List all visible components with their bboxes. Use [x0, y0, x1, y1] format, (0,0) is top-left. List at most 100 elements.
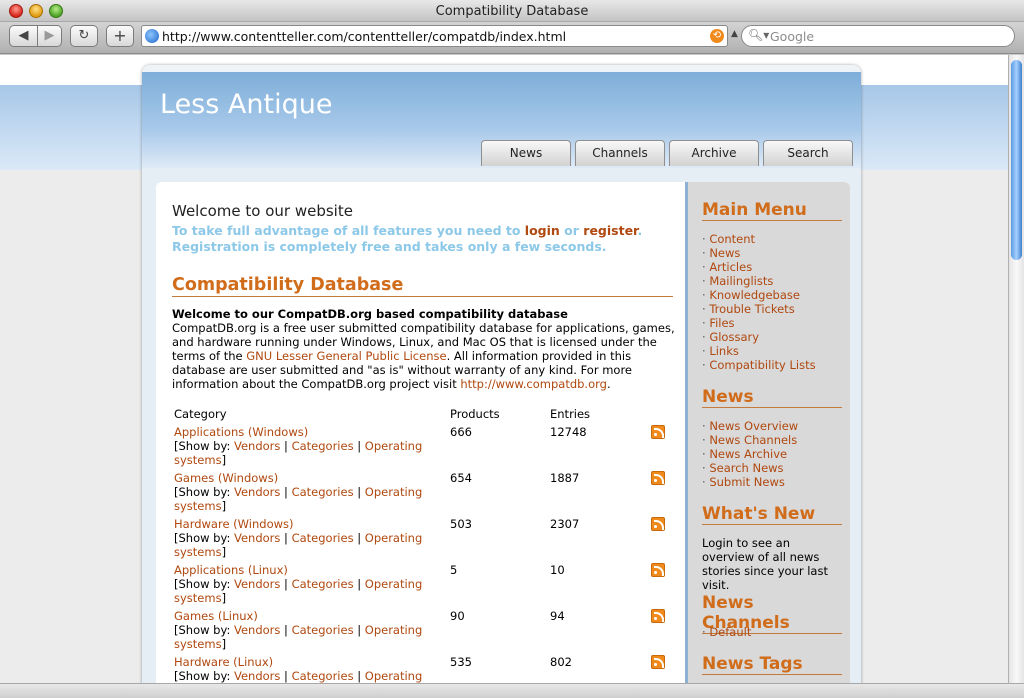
search-icon: 🔍︎▾ — [748, 28, 770, 42]
welcome-or: or — [559, 223, 584, 238]
show-by-categories-link[interactable]: Categories — [292, 439, 354, 453]
sidebar-link[interactable]: News — [702, 246, 816, 260]
sidebar-link[interactable]: Submit News — [702, 475, 798, 489]
products-count: 5 — [450, 563, 458, 577]
sidebar-link[interactable]: Trouble Tickets — [702, 302, 816, 316]
show-by-links: [Show by: Vendors | Categories | Operati… — [174, 531, 434, 559]
sidebar-link[interactable]: Search News — [702, 461, 798, 475]
back-button[interactable]: ◀ — [9, 25, 38, 47]
address-dropdown-icon[interactable]: ▲ — [731, 29, 738, 39]
show-by-label: [Show by: — [174, 439, 234, 453]
sidebar-link[interactable]: Default — [702, 625, 751, 639]
tab-archive[interactable]: Archive — [669, 140, 759, 166]
welcome-registration-text: Registration is completely free and take… — [172, 239, 607, 254]
register-link[interactable]: register — [583, 223, 637, 238]
table-row: Hardware (Windows) [Show by: Vendors | Ca… — [174, 517, 674, 563]
separator: | — [280, 623, 292, 637]
sidebar-link[interactable]: Mailinglists — [702, 274, 816, 288]
window-titlebar: Compatibility Database — [0, 0, 1024, 22]
products-count: 654 — [450, 471, 472, 485]
license-link[interactable]: GNU Lesser General Public License — [246, 349, 446, 363]
show-by-label: [Show by: — [174, 531, 234, 545]
rss-icon[interactable] — [651, 655, 665, 669]
products-count: 535 — [450, 655, 472, 669]
welcome-text: To take full advantage of all features y… — [172, 223, 525, 238]
rss-icon[interactable] — [651, 563, 665, 577]
reload-button[interactable]: ↻ — [70, 25, 98, 47]
compat-intro-title: Welcome to our CompatDB.org based compat… — [172, 307, 568, 321]
sidebar-link[interactable]: News Archive — [702, 447, 798, 461]
compatdb-link[interactable]: http://www.compatdb.org — [460, 377, 607, 391]
show-by-categories-link[interactable]: Categories — [292, 623, 354, 637]
show-by-vendors-link[interactable]: Vendors — [234, 577, 280, 591]
show-by-vendors-link[interactable]: Vendors — [234, 623, 280, 637]
browser-toolbar: ◀ ▶ ↻ + http://www.contentteller.com/con… — [0, 22, 1024, 54]
show-by-close: ] — [221, 545, 227, 559]
site-container: Less Antique News Channels Archive Searc… — [142, 65, 861, 683]
category-link[interactable]: Hardware (Windows) — [174, 517, 294, 531]
show-by-categories-link[interactable]: Categories — [292, 531, 354, 545]
login-link[interactable]: login — [525, 223, 560, 238]
show-by-categories-link[interactable]: Categories — [292, 485, 354, 499]
rss-icon[interactable] — [651, 471, 665, 485]
show-by-links: [Show by: Vendors | Categories | Operati… — [174, 577, 434, 605]
show-by-close: ] — [221, 453, 227, 467]
main-menu-heading: Main Menu — [702, 200, 842, 221]
show-by-links: [Show by: Vendors | Categories | Operati… — [174, 669, 434, 683]
search-field[interactable]: 🔍︎▾ Google — [741, 25, 1015, 47]
category-link[interactable]: Games (Windows) — [174, 471, 278, 485]
category-link[interactable]: Applications (Windows) — [174, 425, 308, 439]
show-by-label: [Show by: — [174, 485, 234, 499]
category-link[interactable]: Applications (Linux) — [174, 563, 288, 577]
category-link[interactable]: Games (Linux) — [174, 609, 258, 623]
show-by-categories-link[interactable]: Categories — [292, 669, 354, 683]
show-by-close: ] — [221, 591, 227, 605]
intro-text-3: . — [606, 377, 611, 391]
sidebar-link[interactable]: Compatibility Lists — [702, 358, 815, 372]
separator: | — [353, 623, 365, 637]
show-by-vendors-link[interactable]: Vendors — [234, 439, 280, 453]
column-header-products: Products — [450, 407, 500, 421]
vertical-scrollbar-thumb[interactable] — [1011, 60, 1022, 260]
show-by-label: [Show by: — [174, 577, 234, 591]
address-text: http://www.contentteller.com/contenttell… — [162, 29, 567, 44]
rss-icon[interactable] — [651, 517, 665, 531]
tab-news[interactable]: News — [481, 140, 571, 166]
rss-feed-icon[interactable]: ⟲ — [710, 29, 724, 43]
whats-new-heading: What's New — [702, 504, 842, 525]
separator: | — [280, 531, 292, 545]
sidebar-link[interactable]: Content — [702, 232, 816, 246]
search-placeholder: Google — [770, 29, 815, 44]
rss-icon[interactable] — [651, 609, 665, 623]
sidebar-link[interactable]: Knowledgebase — [702, 288, 816, 302]
sidebar-link[interactable]: Articles — [702, 260, 816, 274]
tab-channels[interactable]: Channels — [575, 140, 665, 166]
sidebar-link[interactable]: Links — [702, 344, 816, 358]
address-bar[interactable]: http://www.contentteller.com/contenttell… — [141, 25, 728, 47]
entries-count: 12748 — [550, 425, 587, 439]
show-by-vendors-link[interactable]: Vendors — [234, 531, 280, 545]
add-bookmark-button[interactable]: + — [106, 25, 134, 47]
sidebar: Main Menu ContentNewsArticlesMailinglist… — [685, 182, 850, 683]
tab-search[interactable]: Search — [763, 140, 853, 166]
show-by-close: ] — [221, 499, 227, 513]
forward-button[interactable]: ▶ — [38, 25, 62, 47]
sidebar-link[interactable]: Glossary — [702, 330, 816, 344]
entries-count: 10 — [550, 563, 565, 577]
entries-count: 2307 — [550, 517, 580, 531]
show-by-vendors-link[interactable]: Vendors — [234, 669, 280, 683]
show-by-categories-link[interactable]: Categories — [292, 577, 354, 591]
sidebar-link[interactable]: News Channels — [702, 433, 798, 447]
category-link[interactable]: Hardware (Linux) — [174, 655, 273, 669]
entries-count: 1887 — [550, 471, 580, 485]
sidebar-link[interactable]: Files — [702, 316, 816, 330]
page-viewport: Less Antique News Channels Archive Searc… — [0, 55, 1008, 683]
sidebar-link[interactable]: News Overview — [702, 419, 798, 433]
news-heading: News — [702, 387, 842, 408]
site-logo[interactable]: Less Antique — [160, 89, 332, 120]
show-by-vendors-link[interactable]: Vendors — [234, 485, 280, 499]
horizontal-scrollbar[interactable] — [0, 683, 1024, 698]
table-row: Applications (Windows) [Show by: Vendors … — [174, 425, 674, 471]
rss-icon[interactable] — [651, 425, 665, 439]
column-header-category: Category — [174, 407, 227, 421]
